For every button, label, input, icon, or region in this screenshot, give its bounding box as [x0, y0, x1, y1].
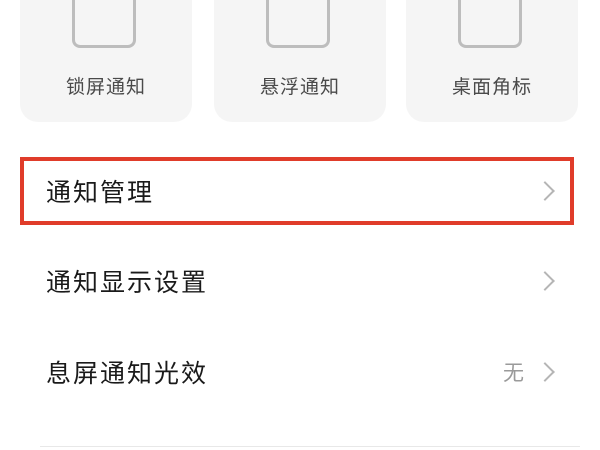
notification-display-settings-row[interactable]: 通知显示设置	[20, 248, 574, 314]
notification-management-row[interactable]: 通知管理	[20, 157, 574, 225]
chevron-right-icon	[535, 181, 555, 201]
desktop-badge-phone-icon	[458, 0, 522, 48]
card-label: 锁屏通知	[65, 76, 146, 98]
divider	[40, 446, 580, 447]
chevron-right-icon	[535, 362, 555, 382]
card-label: 桌面角标	[451, 76, 532, 98]
row-label: 通知管理	[46, 178, 155, 207]
row-value: 无	[503, 361, 524, 385]
lock-screen-phone-icon	[72, 0, 136, 48]
floating-notification-phone-icon	[266, 0, 330, 48]
notification-style-cards: 锁屏通知 悬浮通知 桌面角标	[0, 0, 600, 128]
card-label: 悬浮通知	[259, 76, 340, 98]
lock-screen-notification-card[interactable]: 锁屏通知	[20, 0, 192, 122]
row-label: 通知显示设置	[46, 268, 209, 297]
desktop-badge-card[interactable]: 桌面角标	[406, 0, 578, 122]
screen-off-notification-light-row[interactable]: 息屏通知光效 无	[20, 339, 574, 405]
chevron-right-icon	[535, 271, 555, 291]
floating-notification-card[interactable]: 悬浮通知	[214, 0, 386, 122]
row-label: 息屏通知光效	[46, 359, 209, 388]
